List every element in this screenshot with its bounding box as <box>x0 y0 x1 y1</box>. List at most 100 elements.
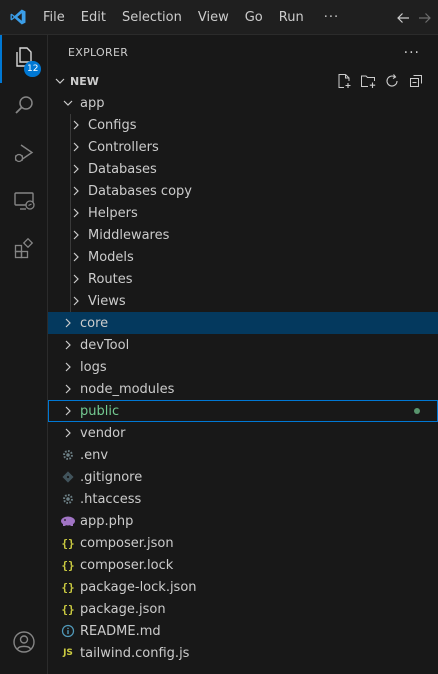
php-elephant-icon <box>60 513 76 529</box>
menu-view[interactable]: View <box>190 0 237 34</box>
file-composer-lock[interactable]: {} composer.lock <box>48 554 438 576</box>
tree-item-label: Controllers <box>88 139 159 155</box>
json-braces-icon: {} <box>61 536 75 550</box>
tree-item-label: Databases <box>88 161 157 177</box>
tree-item-label: app <box>80 95 105 111</box>
folder-node-modules[interactable]: node_modules <box>48 378 438 400</box>
folder-models[interactable]: Models <box>48 246 438 268</box>
tree-item-label: Configs <box>88 117 137 133</box>
tree-item-label: .env <box>80 447 109 463</box>
menu-edit[interactable]: Edit <box>73 0 114 34</box>
menu-go[interactable]: Go <box>237 0 271 34</box>
tree-item-label: Views <box>88 293 126 309</box>
folder-routes[interactable]: Routes <box>48 268 438 290</box>
info-icon <box>60 623 76 639</box>
forward-arrow-icon[interactable] <box>414 7 436 29</box>
explorer-activity-button[interactable]: 12 <box>0 35 48 83</box>
run-debug-activity-button[interactable] <box>0 131 48 179</box>
tree-item-label: .htaccess <box>80 491 142 507</box>
folder-vendor[interactable]: vendor <box>48 422 438 444</box>
menu-run[interactable]: Run <box>271 0 312 34</box>
tree-item-label: composer.json <box>80 535 174 551</box>
js-icon: JS <box>63 648 73 658</box>
search-icon <box>12 93 36 121</box>
navigation-controls <box>392 0 436 35</box>
file-package-lock-json[interactable]: {} package-lock.json <box>48 576 438 598</box>
tree-item-label: core <box>80 315 109 331</box>
chevron-right-icon[interactable] <box>60 359 76 375</box>
file-tailwind-config-js[interactable]: JS tailwind.config.js <box>48 642 438 664</box>
accounts-activity-button[interactable] <box>0 620 48 668</box>
chevron-right-icon[interactable] <box>60 337 76 353</box>
tree-item-label: README.md <box>80 623 161 639</box>
tree-item-label: .gitignore <box>80 469 143 485</box>
section-actions <box>334 70 426 92</box>
gear-icon <box>60 491 76 507</box>
folder-app[interactable]: app <box>48 92 438 114</box>
new-file-icon[interactable] <box>334 71 354 91</box>
chevron-right-icon[interactable] <box>60 425 76 441</box>
tree-item-label: package-lock.json <box>80 579 197 595</box>
json-braces-icon: {} <box>61 580 75 594</box>
chevron-right-icon[interactable] <box>60 381 76 397</box>
views-more-actions-button[interactable]: ··· <box>404 45 420 61</box>
back-arrow-icon[interactable] <box>392 7 414 29</box>
folder-devtool[interactable]: devTool <box>48 334 438 356</box>
indent-guide <box>70 136 71 158</box>
explorer-sidebar: EXPLORER ··· NEW app Configs Controllers Da… <box>48 35 438 674</box>
extensions-activity-button[interactable] <box>0 227 48 275</box>
tree-item-label: node_modules <box>80 381 175 397</box>
file-gitignore[interactable]: .gitignore <box>48 466 438 488</box>
folder-helpers[interactable]: Helpers <box>48 202 438 224</box>
file-composer-json[interactable]: {} composer.json <box>48 532 438 554</box>
folder-controllers[interactable]: Controllers <box>48 136 438 158</box>
workspace-title: NEW <box>70 74 99 88</box>
json-braces-icon: {} <box>61 558 75 572</box>
file-readme-md[interactable]: README.md <box>48 620 438 642</box>
refresh-icon[interactable] <box>382 71 402 91</box>
tree-item-label: Middlewares <box>88 227 170 243</box>
folder-middlewares[interactable]: Middlewares <box>48 224 438 246</box>
new-folder-icon[interactable] <box>358 71 378 91</box>
file-package-json[interactable]: {} package.json <box>48 598 438 620</box>
file-tree: app Configs Controllers Databases Databases … <box>48 92 438 664</box>
tree-item-label: Routes <box>88 271 133 287</box>
chevron-down-icon[interactable] <box>60 95 76 111</box>
folder-databases-copy[interactable]: Databases copy <box>48 180 438 202</box>
git-untracked-dot <box>414 408 420 414</box>
title-bar: File Edit Selection View Go Run ··· <box>0 0 438 35</box>
file-env[interactable]: .env <box>48 444 438 466</box>
run-debug-icon <box>12 141 36 169</box>
menu-more-button[interactable]: ··· <box>312 0 351 34</box>
folder-databases[interactable]: Databases <box>48 158 438 180</box>
menu-selection[interactable]: Selection <box>114 0 190 34</box>
tree-item-label: vendor <box>80 425 126 441</box>
indent-guide <box>70 158 71 180</box>
collapse-all-icon[interactable] <box>406 71 426 91</box>
file-htaccess[interactable]: .htaccess <box>48 488 438 510</box>
tree-item-label: composer.lock <box>80 557 174 573</box>
explorer-badge: 12 <box>24 61 42 77</box>
folder-views[interactable]: Views <box>48 290 438 312</box>
folder-configs[interactable]: Configs <box>48 114 438 136</box>
menu-file[interactable]: File <box>35 0 73 34</box>
file-app-php[interactable]: app.php <box>48 510 438 532</box>
tree-item-label: Helpers <box>88 205 138 221</box>
search-activity-button[interactable] <box>0 83 48 131</box>
json-braces-icon: {} <box>61 602 75 616</box>
folder-core[interactable]: core <box>48 312 438 334</box>
tree-item-label: app.php <box>80 513 134 529</box>
chevron-right-icon[interactable] <box>60 315 76 331</box>
chevron-right-icon[interactable] <box>60 403 76 419</box>
folder-logs[interactable]: logs <box>48 356 438 378</box>
indent-guide <box>70 290 71 312</box>
remote-explorer-activity-button[interactable] <box>0 179 48 227</box>
tree-item-label: tailwind.config.js <box>80 645 190 661</box>
indent-guide <box>70 246 71 268</box>
indent-guide <box>70 180 71 202</box>
git-diamond-icon <box>60 469 76 485</box>
folder-public[interactable]: public <box>48 400 438 422</box>
remote-explorer-icon <box>12 189 36 217</box>
workspace-section-header[interactable]: NEW <box>48 70 438 92</box>
tree-item-label: Databases copy <box>88 183 192 199</box>
